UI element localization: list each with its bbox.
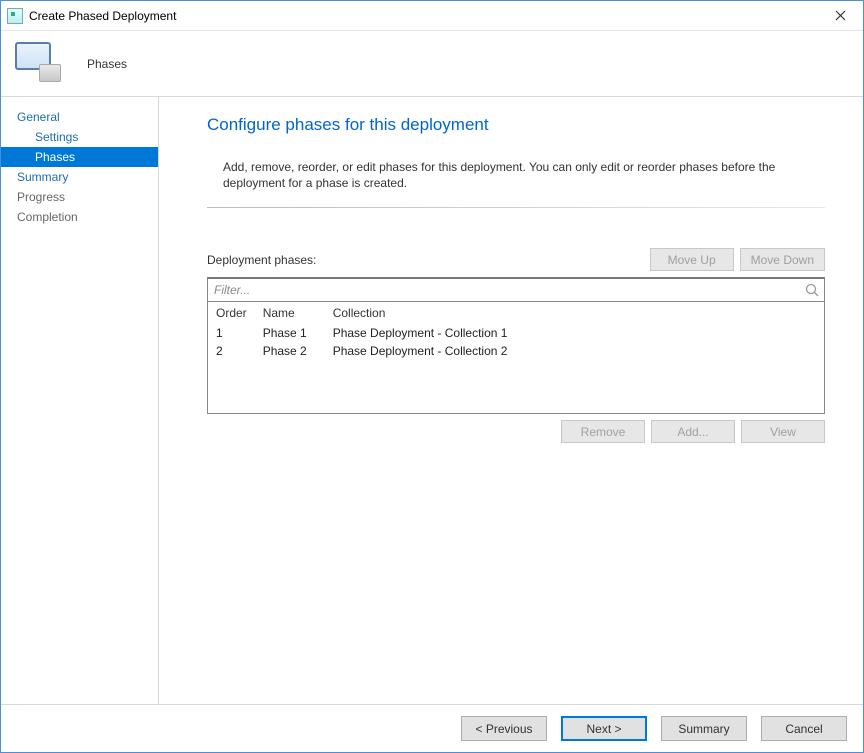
table-row[interactable]: 2 Phase 2 Phase Deployment - Collection … bbox=[208, 342, 824, 360]
phases-grid[interactable]: Order Name Collection 1 Phase 1 Phase De… bbox=[207, 302, 825, 414]
phases-label: Deployment phases: bbox=[207, 253, 644, 267]
window-title: Create Phased Deployment bbox=[29, 9, 176, 23]
col-order[interactable]: Order bbox=[208, 302, 255, 324]
app-icon bbox=[7, 8, 23, 24]
cancel-button[interactable]: Cancel bbox=[761, 716, 847, 741]
nav-summary[interactable]: Summary bbox=[1, 167, 158, 187]
summary-button[interactable]: Summary bbox=[661, 716, 747, 741]
move-down-button: Move Down bbox=[740, 248, 825, 271]
next-button[interactable]: Next > bbox=[561, 716, 647, 741]
cell-name: Phase 2 bbox=[255, 342, 325, 360]
content-area: Configure phases for this deployment Add… bbox=[159, 97, 863, 704]
nav-settings[interactable]: Settings bbox=[1, 127, 158, 147]
remove-button: Remove bbox=[561, 420, 645, 443]
table-row[interactable]: 1 Phase 1 Phase Deployment - Collection … bbox=[208, 324, 824, 342]
banner-label: Phases bbox=[87, 57, 127, 71]
wizard-window: Create Phased Deployment Phases General … bbox=[0, 0, 864, 753]
previous-button[interactable]: < Previous bbox=[461, 716, 547, 741]
banner: Phases bbox=[1, 31, 863, 97]
filter-input[interactable] bbox=[208, 279, 824, 301]
cell-collection: Phase Deployment - Collection 1 bbox=[325, 324, 824, 342]
nav-progress[interactable]: Progress bbox=[1, 187, 158, 207]
page-description: Add, remove, reorder, or edit phases for… bbox=[207, 159, 825, 207]
nav-general[interactable]: General bbox=[1, 107, 158, 127]
cell-collection: Phase Deployment - Collection 2 bbox=[325, 342, 824, 360]
view-button: View bbox=[741, 420, 825, 443]
page-heading: Configure phases for this deployment bbox=[207, 115, 825, 135]
close-icon bbox=[835, 10, 846, 21]
titlebar: Create Phased Deployment bbox=[1, 1, 863, 31]
col-name[interactable]: Name bbox=[255, 302, 325, 324]
divider bbox=[207, 207, 825, 208]
nav-sidebar: General Settings Phases Summary Progress… bbox=[1, 97, 159, 704]
close-button[interactable] bbox=[817, 1, 863, 31]
add-button: Add... bbox=[651, 420, 735, 443]
nav-phases[interactable]: Phases bbox=[1, 147, 158, 167]
wizard-footer: < Previous Next > Summary Cancel bbox=[1, 704, 863, 752]
search-icon bbox=[804, 282, 820, 298]
wizard-icon bbox=[15, 42, 61, 86]
cell-name: Phase 1 bbox=[255, 324, 325, 342]
col-collection[interactable]: Collection bbox=[325, 302, 824, 324]
filter-box bbox=[207, 277, 825, 302]
nav-completion[interactable]: Completion bbox=[1, 207, 158, 227]
cell-order: 2 bbox=[208, 342, 255, 360]
grid-header: Order Name Collection bbox=[208, 302, 824, 324]
move-up-button: Move Up bbox=[650, 248, 734, 271]
cell-order: 1 bbox=[208, 324, 255, 342]
